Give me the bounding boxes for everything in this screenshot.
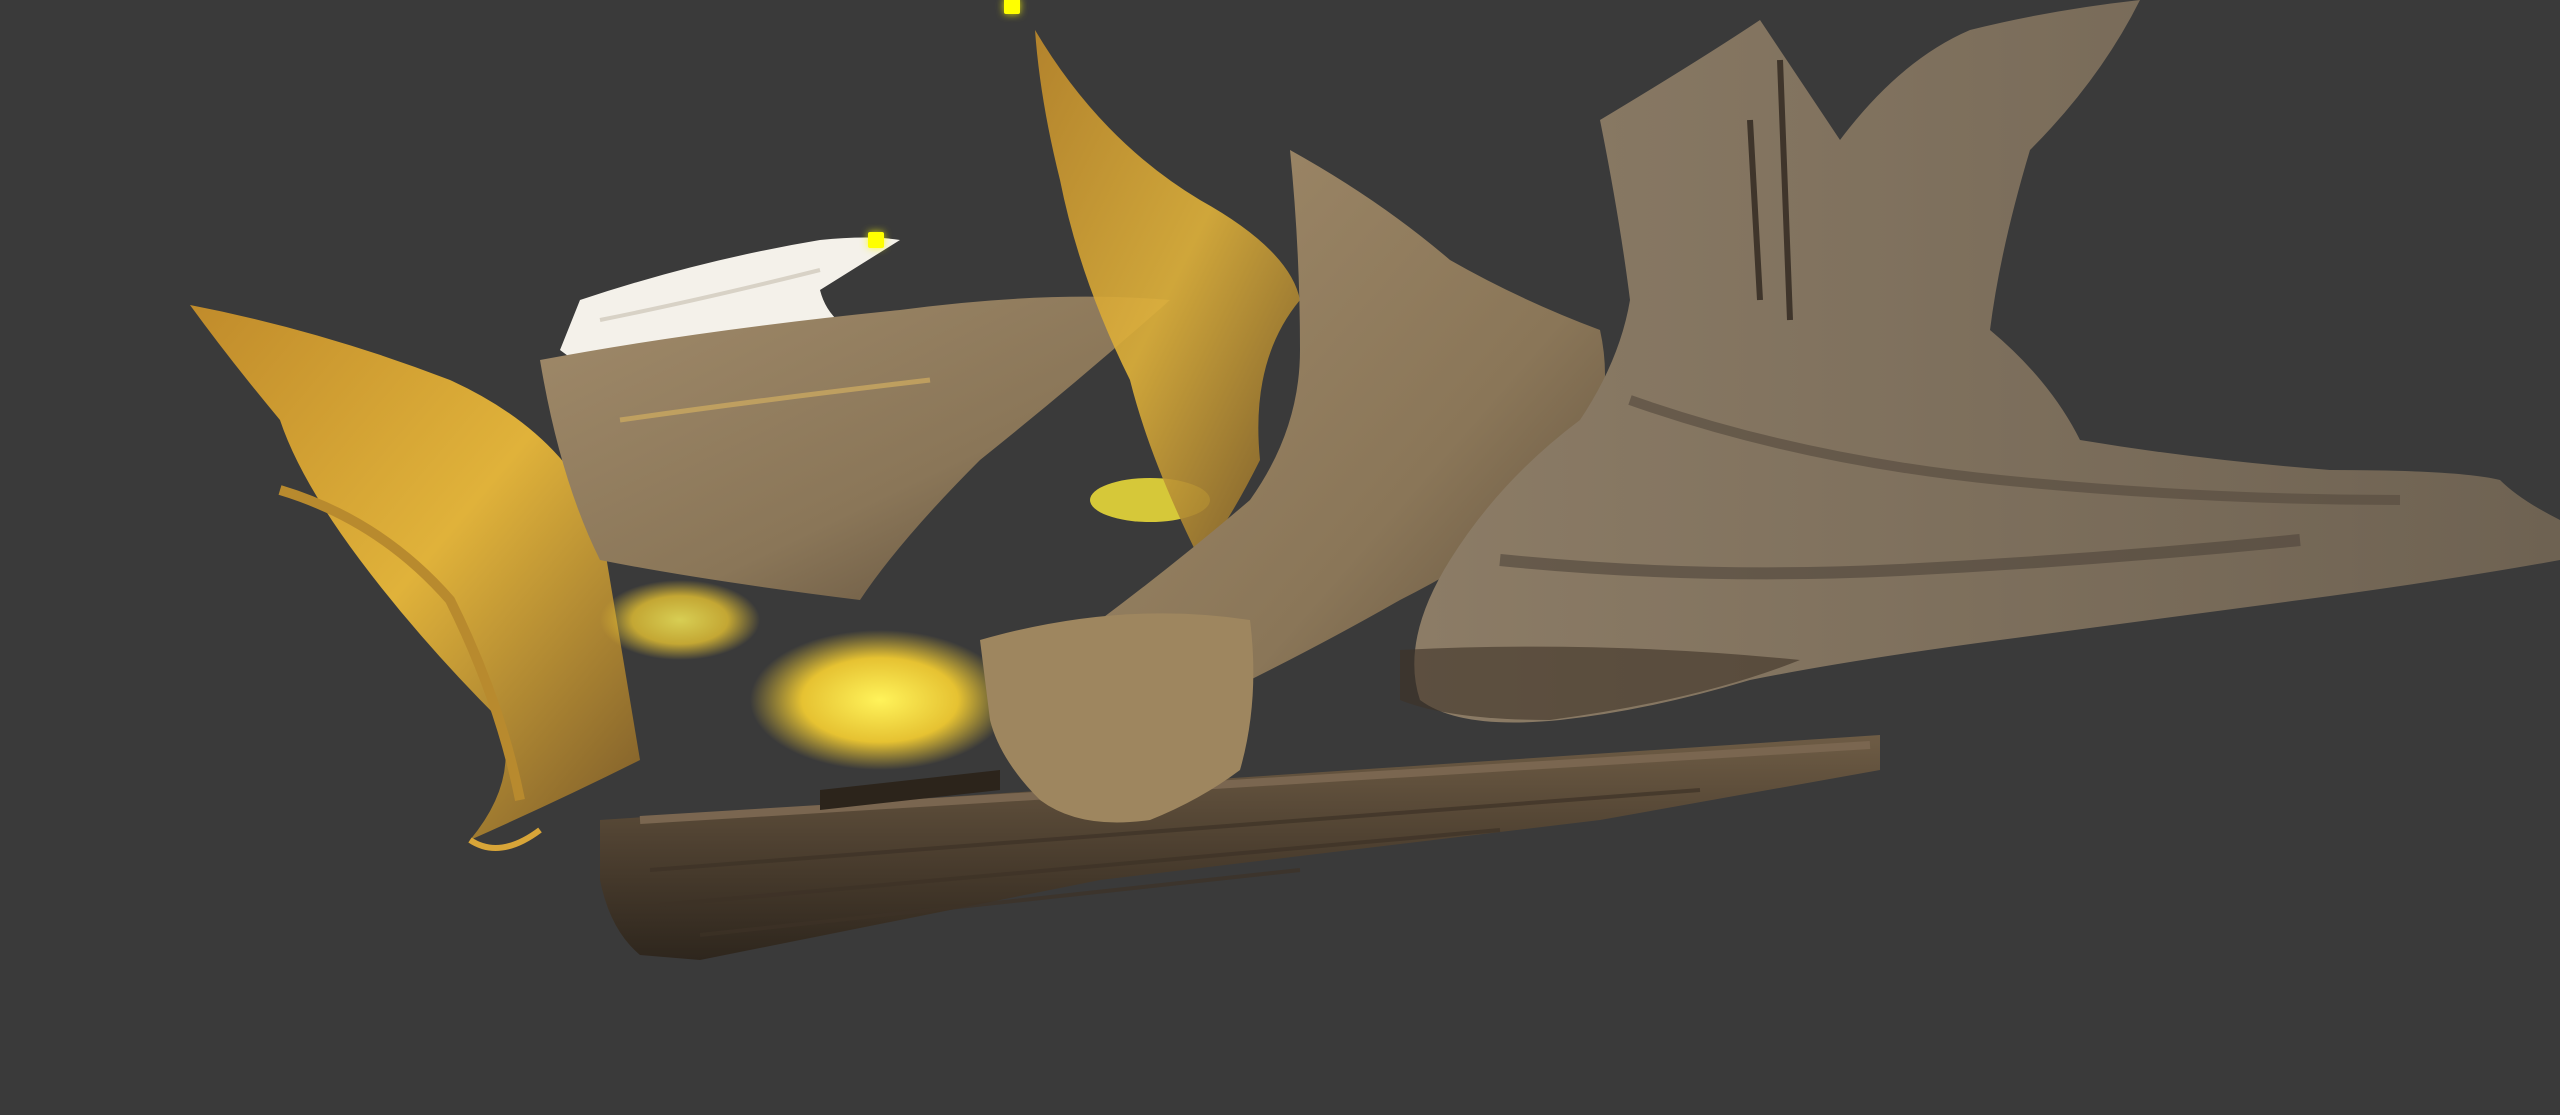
- light-marker-top[interactable]: [1004, 0, 1020, 14]
- forward-flame: [1035, 30, 1300, 560]
- glow-pocket-1: [750, 630, 1010, 770]
- 3d-viewport[interactable]: [0, 0, 2560, 1115]
- ship-model[interactable]: [0, 0, 2560, 1115]
- stern-shadow: [1400, 646, 1800, 720]
- glow-pocket-3: [600, 580, 760, 660]
- light-marker-sail[interactable]: [868, 232, 884, 248]
